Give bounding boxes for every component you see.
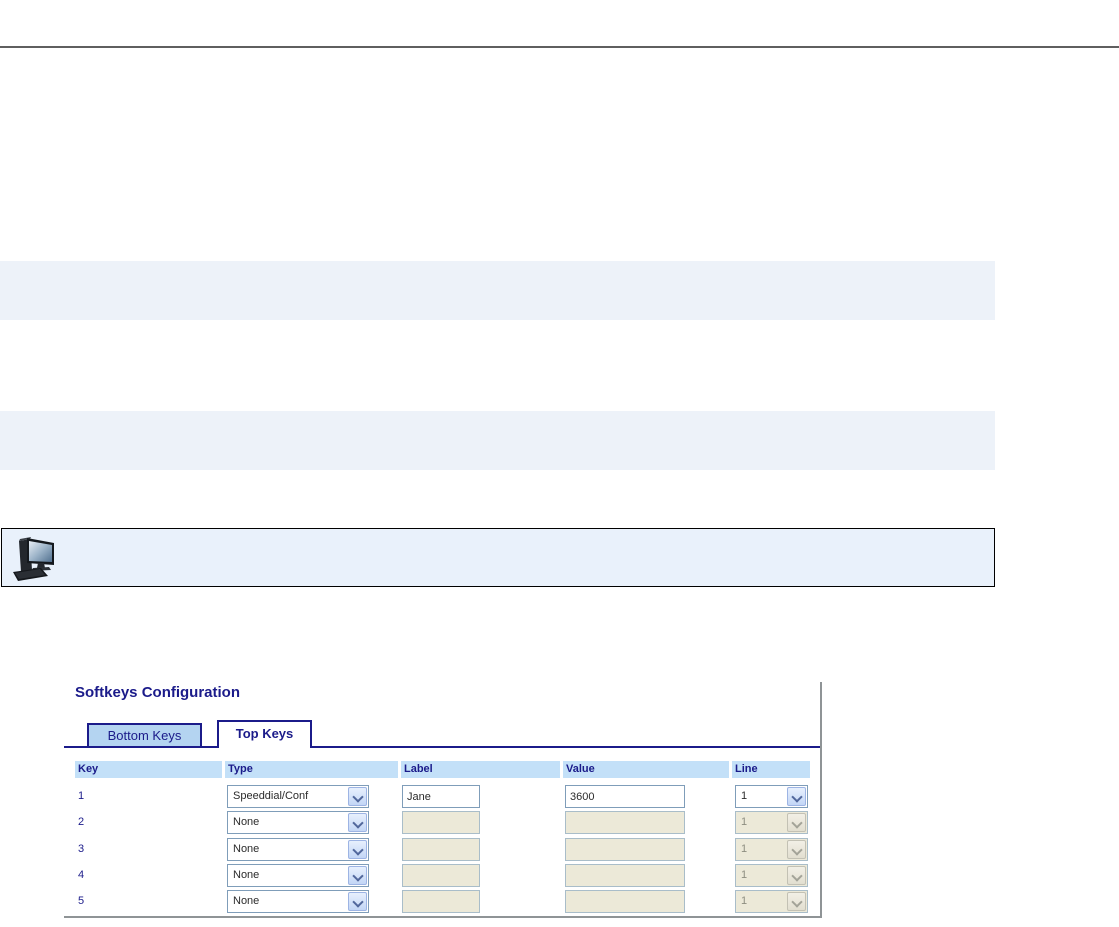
line-select-value: 1 [741,790,748,802]
value-input [565,864,685,887]
label-input [402,864,480,887]
type-select[interactable]: Speeddial/Conf [227,785,369,808]
column-header-line: Line [732,761,810,778]
dropdown-arrow-button[interactable] [348,840,367,859]
line-select-value: 1 [741,869,748,881]
column-header-key: Key [75,761,222,778]
dropdown-arrow-button[interactable] [348,866,367,885]
type-select-value: Speeddial/Conf [233,790,309,802]
value-input [565,811,685,834]
chevron-down-icon [352,896,364,908]
table-row: 3 None 1 [64,838,820,861]
line-select[interactable]: 1 [735,785,808,808]
chevron-down-icon [791,870,803,882]
line-select-value: 1 [741,816,748,828]
table-row: 5 None 1 [64,890,820,913]
line-select: 1 [735,811,808,834]
value-input[interactable] [565,785,685,808]
type-select-value: None [233,895,260,907]
highlight-band-1 [0,261,995,320]
dropdown-arrow-button[interactable] [348,813,367,832]
key-number: 2 [78,816,85,828]
key-number: 4 [78,869,85,881]
chevron-down-icon [791,844,803,856]
note-box [1,528,995,587]
table-row: 1 Speeddial/Conf 1 [64,785,820,808]
key-number: 1 [78,790,85,802]
table-row: 4 None 1 [64,864,820,887]
chevron-down-icon [352,817,364,829]
chevron-down-icon [352,870,364,882]
computer-icon [13,537,54,581]
line-select: 1 [735,890,808,913]
dropdown-arrow-button [787,892,806,911]
line-select-value: 1 [741,895,748,907]
column-header-value: Value [563,761,729,778]
highlight-band-2 [0,411,995,470]
chevron-down-icon [352,844,364,856]
key-number: 3 [78,843,85,855]
line-select: 1 [735,864,808,887]
line-select: 1 [735,838,808,861]
dropdown-arrow-button[interactable] [348,787,367,806]
table-row: 2 None 1 [64,811,820,834]
chevron-down-icon [791,817,803,829]
type-select-value: None [233,843,260,855]
chevron-down-icon [791,896,803,908]
type-select[interactable]: None [227,838,369,861]
dropdown-arrow-button[interactable] [787,787,806,806]
dropdown-arrow-button[interactable] [348,892,367,911]
type-select-value: None [233,816,260,828]
page-title: Softkeys Configuration [75,684,241,701]
dropdown-arrow-button [787,840,806,859]
label-input [402,811,480,834]
column-header-type: Type [225,761,398,778]
tab-bottom-keys[interactable]: Bottom Keys [87,723,202,748]
page-top-rule [0,46,1119,48]
line-select-value: 1 [741,843,748,855]
key-number: 5 [78,895,85,907]
value-input [565,890,685,913]
type-select[interactable]: None [227,864,369,887]
chevron-down-icon [352,791,364,803]
tab-top-keys[interactable]: Top Keys [217,720,312,748]
chevron-down-icon [791,791,803,803]
label-input[interactable] [402,785,480,808]
softkeys-configuration-screenshot: Softkeys Configuration Bottom Keys Top K… [64,682,822,918]
value-input [565,838,685,861]
type-select[interactable]: None [227,811,369,834]
type-select[interactable]: None [227,890,369,913]
dropdown-arrow-button [787,866,806,885]
dropdown-arrow-button [787,813,806,832]
type-select-value: None [233,869,260,881]
label-input [402,838,480,861]
label-input [402,890,480,913]
column-header-label: Label [401,761,560,778]
document-page: Softkeys Configuration Bottom Keys Top K… [0,0,1119,927]
